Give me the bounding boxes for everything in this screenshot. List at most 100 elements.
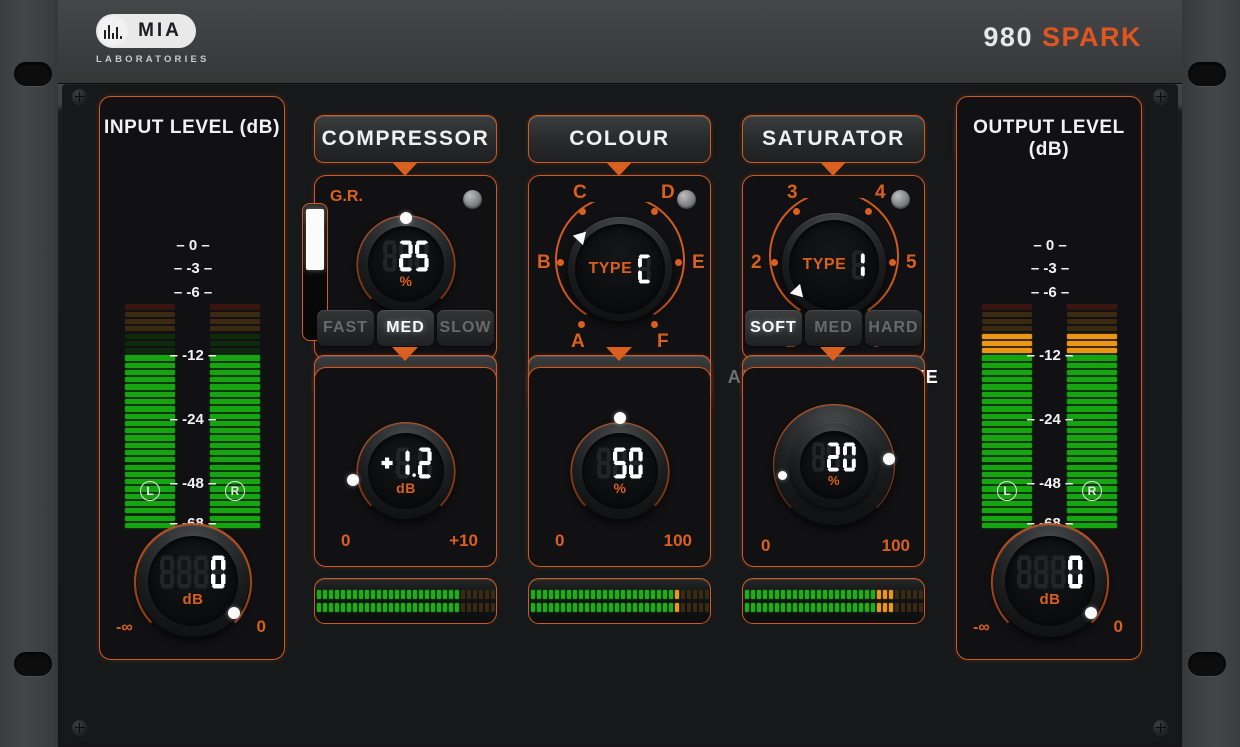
seven-segment-digit xyxy=(399,240,413,272)
seven-segment-dot xyxy=(412,447,416,479)
compressor-speed-button-row[interactable]: FASTMEDSLOW xyxy=(317,310,494,346)
colour-amount-arrow-icon xyxy=(606,347,632,361)
input-knob-indicator xyxy=(228,607,240,619)
mode-button-med[interactable]: MED xyxy=(377,310,434,346)
mode-button-slow[interactable]: SLOW xyxy=(437,310,494,346)
meter-segment xyxy=(639,603,643,612)
meter-segment xyxy=(461,590,465,599)
makeup-knob-display xyxy=(380,447,433,479)
meter-segment xyxy=(693,603,697,612)
tick-label: 5 xyxy=(906,252,917,274)
meter-segment xyxy=(835,590,839,599)
tick-label: 4 xyxy=(875,182,886,204)
seven-segment-digit xyxy=(383,240,397,272)
meter-segment xyxy=(443,590,447,599)
compressor-ratio-knob[interactable]: % xyxy=(346,204,466,324)
input-knob-min: -∞ xyxy=(116,619,133,637)
colour-amount-knob[interactable]: % xyxy=(560,411,680,531)
meter-segment xyxy=(431,590,435,599)
meter-segment xyxy=(889,590,893,599)
saturator-drive-arrow-icon xyxy=(820,347,846,361)
tick-label: A xyxy=(571,331,585,353)
meter-segment xyxy=(745,603,749,612)
meter-segment xyxy=(579,590,583,599)
saturator-drive-knob[interactable]: % xyxy=(761,392,907,538)
meter-segment xyxy=(573,603,577,612)
meter-segment xyxy=(365,603,369,612)
meter-segment xyxy=(913,603,917,612)
meter-segment xyxy=(841,603,845,612)
meter-segment xyxy=(335,590,339,599)
meter-segment xyxy=(323,603,327,612)
mode-button-hard[interactable]: HARD xyxy=(865,310,922,346)
mode-button-med[interactable]: MED xyxy=(805,310,862,346)
product-title: 980 SPARK xyxy=(983,22,1142,53)
meter-segment xyxy=(597,603,601,612)
saturator-title-button[interactable]: SATURATOR xyxy=(742,115,925,163)
rack-slot-bottom-right xyxy=(1188,652,1226,676)
input-scale-labels: – 0 –– -3 –– -6 –– -12 –– -24 –– -48 –– … xyxy=(163,235,223,528)
meter-segment xyxy=(859,590,863,599)
meter-segment xyxy=(757,603,761,612)
seven-segment-digit xyxy=(827,442,840,472)
meter-segment xyxy=(329,603,333,612)
seven-segment-digit xyxy=(1068,555,1083,589)
meter-segment xyxy=(615,603,619,612)
meter-segment xyxy=(401,603,405,612)
seven-segment-digit xyxy=(613,447,627,479)
input-gain-knob[interactable]: dB xyxy=(121,509,265,653)
input-left-badge: L xyxy=(140,481,160,501)
colour-type-knob[interactable]: TYPE xyxy=(553,202,687,336)
meter-segment xyxy=(377,603,381,612)
meter-segment xyxy=(769,603,773,612)
meter-segment xyxy=(455,590,459,599)
meter-segment xyxy=(639,590,643,599)
meter-segment xyxy=(597,590,601,599)
meter-segment xyxy=(561,603,565,612)
tick-dot-icon xyxy=(579,208,586,215)
meter-segment xyxy=(335,603,339,612)
meter-segment xyxy=(603,590,607,599)
compressor-knob-indicator xyxy=(400,212,412,224)
meter-segment xyxy=(907,590,911,599)
makeup-gain-knob[interactable]: dB xyxy=(346,411,466,531)
meter-segment xyxy=(479,603,483,612)
meter-segment xyxy=(543,603,547,612)
meter-segment xyxy=(853,590,857,599)
meter-segment xyxy=(425,603,429,612)
meter-segment xyxy=(407,603,411,612)
colour-meter-segments xyxy=(528,578,711,624)
compressor-knob-unit: % xyxy=(400,273,413,289)
rack-slot-top-left xyxy=(14,62,52,86)
colour-title-button[interactable]: COLOUR xyxy=(528,115,711,163)
output-left-badge: L xyxy=(997,481,1017,501)
meter-segment xyxy=(401,590,405,599)
output-gain-knob[interactable]: dB xyxy=(978,509,1122,653)
mode-button-fast[interactable]: FAST xyxy=(317,310,374,346)
drive-knob-display xyxy=(812,442,856,472)
hmeter-row-left xyxy=(317,590,495,599)
seven-segment-digit xyxy=(1051,555,1066,589)
meter-segment xyxy=(865,590,869,599)
saturator-drive-module: % 0 100 xyxy=(742,367,925,567)
scale-label: – -24 – xyxy=(1027,411,1074,428)
scale-label: – -24 – xyxy=(170,411,217,428)
meter-segment xyxy=(419,590,423,599)
saturator-arrow-icon xyxy=(820,162,846,176)
meter-segment xyxy=(549,603,553,612)
compressor-title-button[interactable]: COMPRESSOR xyxy=(314,115,497,163)
mode-button-soft[interactable]: SOFT xyxy=(745,310,802,346)
product-number: 980 xyxy=(983,22,1033,52)
meter-segment xyxy=(317,603,321,612)
saturator-mode-button-row[interactable]: SOFTMEDHARD xyxy=(745,310,922,346)
meter-segment xyxy=(705,603,709,612)
meter-segment xyxy=(389,590,393,599)
meter-segment xyxy=(769,590,773,599)
scale-label: – -3 – xyxy=(174,260,212,277)
meter-segment xyxy=(907,603,911,612)
meter-segment xyxy=(829,603,833,612)
meter-segment xyxy=(395,590,399,599)
makeup-knob-unit: dB xyxy=(396,480,416,496)
rack-slot-bottom-left xyxy=(14,652,52,676)
meter-segment xyxy=(603,603,607,612)
